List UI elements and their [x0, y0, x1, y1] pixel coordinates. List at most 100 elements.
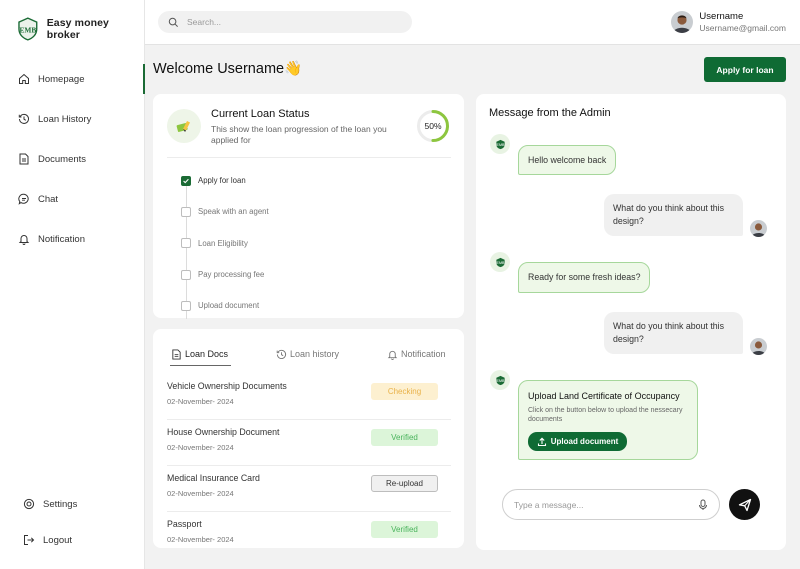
- document-icon: [171, 348, 182, 360]
- history-icon: [18, 113, 30, 125]
- sidebar-item-label: Logout: [43, 534, 73, 546]
- table-row[interactable]: Medical Insurance Card 02-November- 2024…: [167, 466, 451, 512]
- loan-progress-ring: 50%: [416, 109, 450, 143]
- step-label: Speak with an agent: [198, 207, 269, 217]
- gear-icon: [23, 498, 35, 510]
- tab-loan-history[interactable]: Loan history: [276, 345, 339, 363]
- table-row[interactable]: House Ownership Document 02-November- 20…: [167, 420, 451, 466]
- tab-label: Loan history: [290, 349, 340, 359]
- tab-loan-docs[interactable]: Loan Docs: [169, 345, 232, 366]
- sidebar-item-documents[interactable]: Documents: [0, 139, 144, 179]
- sidebar-item-settings[interactable]: Settings: [0, 486, 144, 522]
- svg-text:EMB: EMB: [496, 143, 504, 147]
- sidebar-item-chat[interactable]: Chat: [0, 179, 144, 219]
- step-label: Pay processing fee: [198, 270, 265, 280]
- sidebar-nav: Homepage Loan History Documents Chat Not…: [0, 59, 145, 259]
- avatar[interactable]: [671, 11, 694, 33]
- chat-message-admin: Hello welcome back: [518, 145, 617, 175]
- sidebar-item-notification[interactable]: Notification: [0, 219, 144, 259]
- checkbox[interactable]: [181, 269, 191, 280]
- step-item: Upload document: [181, 290, 269, 321]
- loan-steps: Apply for loan Speak with an agent Loan …: [181, 165, 269, 321]
- avatar: [750, 220, 767, 237]
- logout-icon: [23, 534, 35, 546]
- apply-for-loan-button[interactable]: Apply for loan: [704, 57, 786, 82]
- sidebar-item-label: Chat: [38, 193, 59, 205]
- messages-title: Message from the Admin: [489, 107, 611, 119]
- chat-message-user: What do you think about this design?: [604, 312, 743, 354]
- sidebar-item-loan-history[interactable]: Loan History: [0, 99, 144, 139]
- checkbox-checked[interactable]: [181, 175, 191, 186]
- tab-notification[interactable]: Notification: [387, 345, 446, 363]
- message-composer[interactable]: [502, 489, 720, 520]
- sidebar-item-label: Homepage: [38, 73, 85, 85]
- user-email: Username@gmail.com: [699, 23, 786, 33]
- reupload-button[interactable]: Re-upload: [371, 475, 438, 492]
- upload-title: Upload Land Certificate of Occupancy: [528, 391, 680, 401]
- doc-name: Passport: [167, 519, 202, 529]
- loan-status-icon: [167, 109, 201, 143]
- loan-status-title: Current Loan Status: [211, 108, 310, 120]
- user-name: Username: [699, 11, 744, 22]
- message-text: Ready for some fresh ideas?: [528, 272, 641, 282]
- avatar: [750, 338, 767, 355]
- sidebar-item-label: Documents: [38, 153, 87, 165]
- sidebar-item-logout[interactable]: Logout: [0, 522, 144, 558]
- step-label: Upload document: [198, 301, 260, 311]
- admin-bot-icon: EMB: [490, 252, 510, 272]
- tab-label: Notification: [401, 349, 446, 359]
- message-text: What do you think about this design?: [613, 203, 725, 226]
- message-text: What do you think about this design?: [613, 321, 725, 344]
- chat-message-user: What do you think about this design?: [604, 194, 743, 236]
- loan-status-description: This show the loan progression of the lo…: [211, 124, 387, 145]
- svg-text:EMB: EMB: [496, 261, 504, 265]
- step-item: Pay processing fee: [181, 259, 269, 290]
- checkbox[interactable]: [181, 206, 191, 217]
- checkbox[interactable]: [181, 238, 191, 249]
- send-button[interactable]: [729, 489, 760, 520]
- microphone-icon[interactable]: [697, 499, 709, 511]
- loan-docs-card: Loan Docs Loan history Notification Vehi…: [153, 329, 464, 548]
- table-row[interactable]: Passport 02-November- 2024 Verified: [167, 512, 451, 548]
- doc-name: Vehicle Ownership Documents: [167, 381, 287, 391]
- sidebar: EMB Easy money broker Homepage Loan Hist…: [0, 0, 145, 569]
- table-row[interactable]: Vehicle Ownership Documents 02-November-…: [167, 374, 451, 420]
- search-icon: [168, 17, 179, 28]
- doc-date: 02-November- 2024: [167, 397, 234, 406]
- shield-logo: EMB: [18, 17, 38, 41]
- sidebar-item-homepage[interactable]: Homepage: [0, 59, 145, 99]
- step-item: Loan Eligibility: [181, 228, 269, 259]
- svg-text:EMB: EMB: [496, 379, 504, 383]
- send-icon: [738, 498, 751, 511]
- step-label: Loan Eligibility: [198, 238, 248, 248]
- step-label: Apply for loan: [198, 176, 246, 186]
- admin-messages-card: Message from the Admin EMB Hello welcome…: [476, 94, 786, 550]
- brand[interactable]: EMB Easy money broker: [0, 0, 144, 58]
- page-title: Welcome Username👋: [153, 61, 303, 77]
- chat-icon: [18, 193, 30, 205]
- message-input[interactable]: [514, 499, 684, 510]
- status-badge: Verified: [371, 521, 438, 538]
- bell-icon: [387, 349, 398, 360]
- user-profile[interactable]: Username Username@gmail.com: [671, 11, 786, 33]
- tab-label: Loan Docs: [185, 349, 229, 359]
- message-text: Hello welcome back: [528, 154, 607, 165]
- upload-button-label: Upload document: [550, 437, 619, 446]
- divider: [167, 157, 451, 158]
- bell-icon: [18, 233, 30, 245]
- doc-name: House Ownership Document: [167, 427, 280, 437]
- checkbox[interactable]: [181, 300, 191, 311]
- admin-bot-icon: EMB: [490, 134, 510, 154]
- doc-date: 02-November- 2024: [167, 443, 234, 452]
- search-bar[interactable]: [158, 11, 412, 33]
- brand-name: Easy money broker: [46, 17, 109, 41]
- progress-label: 50%: [424, 121, 442, 131]
- history-icon: [276, 349, 287, 360]
- chat-message-admin: Ready for some fresh ideas?: [518, 262, 651, 293]
- upload-icon: [537, 437, 547, 447]
- upload-document-button[interactable]: Upload document: [528, 432, 627, 451]
- loan-status-card: Current Loan Status This show the loan p…: [153, 94, 464, 321]
- status-badge: Verified: [371, 429, 438, 446]
- doc-date: 02-November- 2024: [167, 489, 234, 498]
- search-input[interactable]: [187, 17, 387, 27]
